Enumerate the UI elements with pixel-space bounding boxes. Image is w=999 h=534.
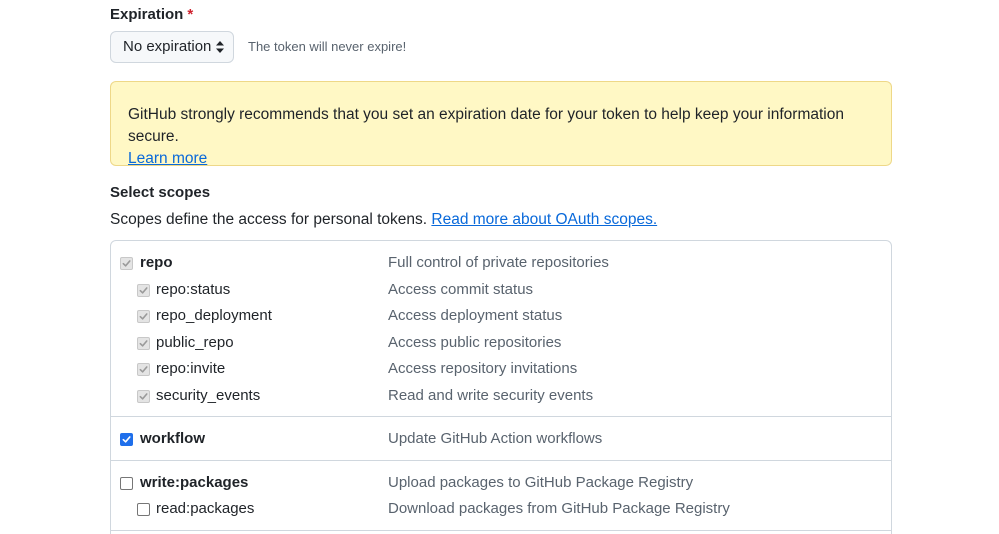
scope-subrow-repo-deployment: repo_deployment Access deployment status	[111, 304, 891, 330]
scope-description: Access commit status	[388, 280, 534, 298]
scope-group-workflow: workflow Update GitHub Action workflows	[111, 417, 891, 461]
scope-subrow-security-events: security_events Read and write security e…	[111, 384, 891, 410]
scope-checkbox[interactable]	[137, 503, 150, 516]
scope-name: repo:status	[156, 280, 231, 298]
expiration-note: The token will never expire!	[248, 39, 407, 54]
scope-row-workflow: workflow Update GitHub Action workflows	[111, 427, 891, 453]
scope-row-write-packages: write:packages Upload packages to GitHub …	[111, 471, 891, 497]
scope-description: Access repository invitations	[388, 360, 578, 377]
scope-checkbox	[137, 389, 150, 403]
scope-name: security_events	[156, 386, 261, 404]
expiration-select-value: No expiration	[123, 38, 212, 55]
scope-checkbox[interactable]	[120, 476, 133, 490]
learn-more-link[interactable]: Learn more	[128, 150, 207, 167]
checkmark-icon	[122, 436, 131, 443]
scope-row-repo: repo Full control of private repositories	[111, 251, 891, 277]
scopes-description: Scopes define the access for personal to…	[110, 211, 657, 229]
expiration-warning-banner: GitHub strongly recommends that you set …	[110, 81, 892, 167]
scope-name: repo	[140, 254, 173, 271]
expiration-label-text: Expiration	[110, 6, 184, 23]
scope-subrow-repo-status: repo:status Access commit status	[111, 278, 891, 304]
scope-description: Access deployment status	[388, 307, 563, 324]
scope-name: repo:invite	[156, 360, 226, 377]
scope-checkbox	[120, 257, 133, 270]
scope-subrow-public-repo: public_repo Access public repositories	[111, 331, 891, 357]
checkmark-icon	[139, 313, 148, 320]
scope-group-write-packages: write:packages Upload packages to GitHub …	[111, 461, 891, 531]
scope-name: public_repo	[156, 333, 234, 351]
select-scopes-heading: Select scopes	[110, 184, 211, 201]
scope-group-repo: repo Full control of private repositories…	[111, 241, 891, 417]
select-arrows-icon	[216, 41, 224, 53]
checkmark-icon	[139, 339, 148, 347]
scope-description: Read and write security events	[388, 386, 594, 404]
oauth-scopes-link[interactable]: Read more about OAuth scopes.	[431, 211, 657, 228]
scope-description: Update GitHub Action workflows	[388, 430, 603, 447]
token-settings-page: Expiration * No expiration The token will…	[0, 0, 999, 534]
scope-checkbox[interactable]	[120, 433, 133, 446]
scope-checkbox	[137, 336, 150, 350]
checkmark-icon	[122, 260, 131, 267]
scope-checkbox	[137, 283, 150, 297]
scope-checkbox	[137, 310, 150, 323]
expiration-label: Expiration *	[110, 6, 193, 23]
required-mark: *	[187, 6, 194, 23]
scope-checkbox	[137, 363, 150, 376]
scopes-description-text: Scopes define the access for personal to…	[110, 211, 428, 228]
scopes-table: repo Full control of private repositories…	[110, 240, 892, 534]
scope-name: read:packages	[156, 500, 255, 517]
scope-description: Download packages from GitHub Package Re…	[388, 500, 730, 517]
scope-name: repo_deployment	[156, 307, 272, 324]
checkmark-icon	[139, 286, 148, 294]
scope-description: Access public repositories	[388, 333, 562, 351]
scope-subrow-repo-invite: repo:invite Access repository invitations	[111, 357, 891, 383]
expiration-select[interactable]: No expiration	[110, 31, 234, 63]
scope-description: Upload packages to GitHub Package Regist…	[388, 473, 694, 491]
scope-name: write:packages	[140, 473, 249, 491]
checkmark-icon	[139, 366, 148, 373]
scope-name: workflow	[140, 430, 206, 447]
scope-description: Full control of private repositories	[388, 254, 609, 271]
scope-subrow-read-packages: read:packages Download packages from GitH…	[111, 497, 891, 523]
warning-text: GitHub strongly recommends that you set …	[128, 106, 844, 145]
checkmark-icon	[139, 392, 148, 400]
